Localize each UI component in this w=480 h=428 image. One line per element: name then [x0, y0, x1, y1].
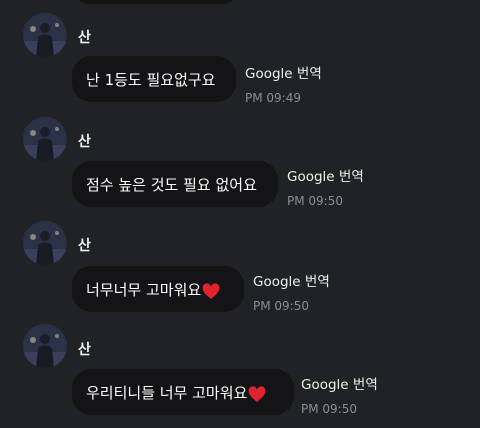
google-translate-link[interactable]: Google 번역 — [245, 62, 322, 82]
sender-name: 산 — [78, 30, 91, 46]
message-timestamp: PM 09:50 — [287, 194, 343, 208]
message-timestamp: PM 09:49 — [245, 91, 301, 105]
avatar[interactable] — [23, 117, 67, 161]
avatar-image — [23, 324, 67, 368]
avatar-image — [23, 221, 67, 265]
heart-icon — [202, 282, 220, 299]
sender-name: 산 — [78, 134, 91, 150]
message-bubble[interactable]: 난 1등도 필요없구요 — [72, 56, 236, 102]
message-timestamp: PM 09:50 — [301, 402, 357, 416]
avatar-image — [23, 117, 67, 161]
message-text: 점수 높은 것도 필요 없어요 — [86, 175, 257, 194]
google-translate-link[interactable]: Google 번역 — [301, 373, 378, 393]
message-text: 우리티니들 너무 고마워요 — [86, 383, 248, 402]
avatar[interactable] — [23, 13, 67, 57]
sender-name: 산 — [78, 238, 91, 254]
message-bubble[interactable]: 우리티니들 너무 고마워요 — [72, 369, 294, 415]
message-bubble[interactable]: 점수 높은 것도 필요 없어요 — [72, 161, 278, 207]
avatar[interactable] — [23, 221, 67, 265]
heart-icon — [248, 385, 266, 402]
google-translate-link[interactable]: Google 번역 — [287, 165, 364, 185]
message-text: 너무너무 고마워요 — [86, 280, 202, 299]
avatar[interactable] — [23, 324, 67, 368]
message-bubble[interactable]: 너무너무 고마워요 — [72, 266, 244, 312]
avatar-image — [23, 13, 67, 57]
previous-message-bubble — [72, 0, 240, 4]
message-timestamp: PM 09:50 — [253, 299, 309, 313]
sender-name: 산 — [78, 342, 91, 358]
google-translate-link[interactable]: Google 번역 — [253, 270, 330, 290]
message-text: 난 1등도 필요없구요 — [86, 70, 216, 89]
